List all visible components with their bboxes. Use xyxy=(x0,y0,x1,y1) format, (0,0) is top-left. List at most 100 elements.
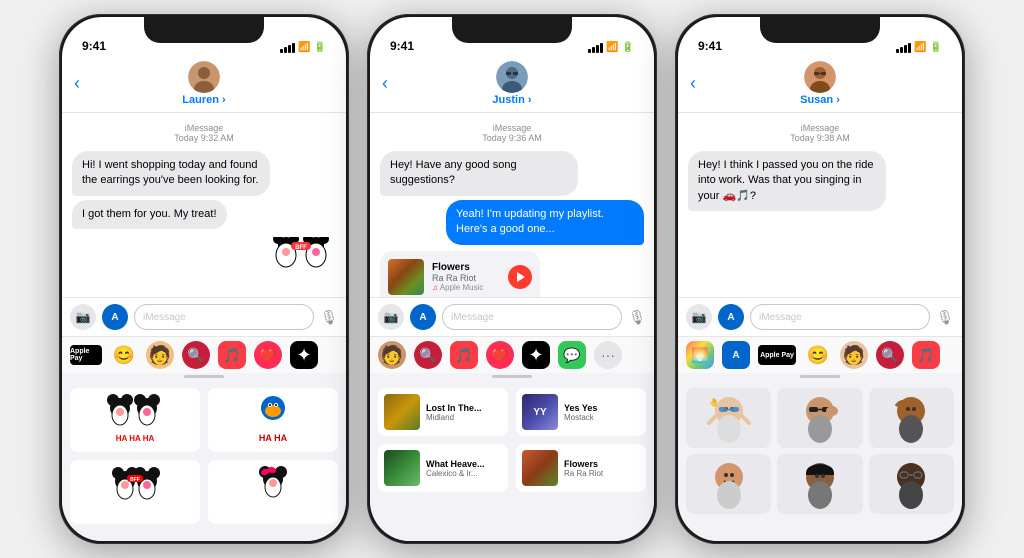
heartbeat-icon[interactable]: ❤️ xyxy=(486,341,514,369)
battery-icon: 🔋 xyxy=(930,42,942,53)
search-icon[interactable]: 🔍 xyxy=(182,341,210,369)
sticker-minnie-pose[interactable] xyxy=(208,460,338,524)
music-item-2[interactable]: YY Yes Yes Mostack xyxy=(516,388,646,436)
notch xyxy=(144,17,264,43)
phone-susan: 9:41 📶 🔋 ‹ xyxy=(675,14,965,544)
memoji-cell-6[interactable] xyxy=(869,454,954,514)
music-item-info-3: What Heave... Calexico & Ir... xyxy=(426,459,485,478)
nav-bar: ‹ Justin xyxy=(370,57,654,113)
more-icon[interactable]: ··· xyxy=(594,341,622,369)
sticker-grid: HA HA HA HA HA xyxy=(62,380,346,532)
music-item-4[interactable]: Flowers Ra Ra Riot xyxy=(516,444,646,492)
music-item-title-2: Yes Yes xyxy=(564,403,597,413)
music-item-title-1: Lost In The... xyxy=(426,403,482,413)
wifi-icon: 📶 xyxy=(606,42,618,53)
contact-name: Justin xyxy=(492,94,531,106)
audio-icon[interactable]: 🎙 xyxy=(936,309,954,326)
music-source: ♫ Apple Music xyxy=(432,283,500,292)
search-icon[interactable]: 🔍 xyxy=(876,341,904,369)
message-bubble-received-1: Hey! Have any good song suggestions? xyxy=(380,151,578,196)
phone-justin: 9:41 📶 🔋 ‹ xyxy=(367,14,657,544)
wifi-icon: 📶 xyxy=(914,42,926,53)
memoji-cell-5[interactable] xyxy=(777,454,862,514)
back-button[interactable]: ‹ xyxy=(74,73,80,94)
svg-text:🤚: 🤚 xyxy=(709,397,719,407)
animoji-icon[interactable]: 😊 xyxy=(804,341,832,369)
camera-icon[interactable]: 📷 xyxy=(686,304,712,330)
memoji-icon[interactable]: 🧑 xyxy=(840,341,868,369)
appstore-icon[interactable]: A xyxy=(718,304,744,330)
music-item-title-3: What Heave... xyxy=(426,459,485,469)
memoji-cell-2[interactable] xyxy=(777,388,862,448)
contact-info[interactable]: Lauren xyxy=(182,61,225,106)
back-button[interactable]: ‹ xyxy=(382,73,388,94)
memoji-cell-1[interactable]: 🤚 xyxy=(686,388,771,448)
search-icon[interactable]: 🔍 xyxy=(414,341,442,369)
app-icons-row: 🧑 🔍 🎵 ❤️ ✦ 💬 ··· xyxy=(370,336,654,373)
photos-icon[interactable]: 🌅 xyxy=(686,341,714,369)
memoji-icon[interactable]: 🧑 xyxy=(146,341,174,369)
play-button[interactable] xyxy=(508,265,532,289)
disney-icon[interactable]: ✦ xyxy=(522,341,550,369)
camera-icon[interactable]: 📷 xyxy=(378,304,404,330)
music-card[interactable]: Flowers Ra Ra Riot ♫ Apple Music xyxy=(380,251,540,297)
disney-icon[interactable]: ✦ xyxy=(290,341,318,369)
music-title: Flowers xyxy=(432,262,500,273)
signal-bars-icon xyxy=(588,43,603,53)
message-timestamp: iMessage Today 9:38 AM xyxy=(688,123,952,143)
svg-text:HA HA HA: HA HA HA xyxy=(116,434,155,443)
heartbeat-icon[interactable]: ❤️ xyxy=(254,341,282,369)
music-item-1[interactable]: Lost In The... Midland xyxy=(378,388,508,436)
music-item-3[interactable]: What Heave... Calexico & Ir... xyxy=(378,444,508,492)
contact-info[interactable]: Justin xyxy=(492,61,531,106)
green-app-icon[interactable]: 💬 xyxy=(558,341,586,369)
camera-icon[interactable]: 📷 xyxy=(70,304,96,330)
bff-sticker: BFF xyxy=(266,237,336,297)
drawer-handle xyxy=(492,375,532,378)
phone-lauren: 9:41 📶 🔋 ‹ xyxy=(59,14,349,544)
notch xyxy=(452,17,572,43)
message-input[interactable]: iMessage xyxy=(750,304,930,330)
appstore-icon-2[interactable]: A xyxy=(722,341,750,369)
music-thumb-4 xyxy=(522,450,558,486)
memoji-cell-4[interactable] xyxy=(686,454,771,514)
messages-area: iMessage Today 9:36 AM Hey! Have any goo… xyxy=(370,113,654,297)
animoji-icon[interactable]: 😊 xyxy=(110,341,138,369)
sticker-mickey-minnie[interactable]: HA HA HA xyxy=(70,388,200,452)
sticker-mickey-bff[interactable]: BFF xyxy=(70,460,200,524)
music-item-artist-1: Midland xyxy=(426,413,482,422)
applepay-icon[interactable]: Apple Pay xyxy=(758,345,796,365)
music-icon[interactable]: 🎵 xyxy=(912,341,940,369)
sticker-donald[interactable]: HA HA xyxy=(208,388,338,452)
avatar xyxy=(804,61,836,93)
animoji-icon[interactable]: 🧑 xyxy=(378,341,406,369)
music-item-title-4: Flowers xyxy=(564,459,603,469)
nav-bar: ‹ Lauren xyxy=(62,57,346,113)
appstore-icon[interactable]: A xyxy=(410,304,436,330)
contact-info[interactable]: Susan xyxy=(800,61,840,106)
music-thumb-1 xyxy=(384,394,420,430)
music-item-info-1: Lost In The... Midland xyxy=(426,403,482,422)
message-input[interactable]: iMessage xyxy=(134,304,314,330)
music-icon[interactable]: 🎵 xyxy=(218,341,246,369)
message-bubble-sent-1: Yeah! I'm updating my playlist. Here's a… xyxy=(446,200,644,245)
message-input[interactable]: iMessage xyxy=(442,304,622,330)
messages-area: iMessage Today 9:32 AM Hi! I went shoppi… xyxy=(62,113,346,297)
audio-icon[interactable]: 🎙 xyxy=(628,309,646,326)
avatar xyxy=(496,61,528,93)
drawer-handle xyxy=(800,375,840,378)
memoji-grid: 🤚 xyxy=(678,380,962,522)
input-bar: 📷 A iMessage 🎙 xyxy=(370,297,654,336)
sticker-drawer: HA HA HA HA HA xyxy=(62,373,346,541)
back-button[interactable]: ‹ xyxy=(690,73,696,94)
audio-icon[interactable]: 🎙 xyxy=(320,309,338,326)
music-icon[interactable]: 🎵 xyxy=(450,341,478,369)
applepay-icon[interactable]: Apple Pay xyxy=(70,345,102,365)
memoji-cell-3[interactable] xyxy=(869,388,954,448)
battery-icon: 🔋 xyxy=(314,42,326,53)
music-item-info-4: Flowers Ra Ra Riot xyxy=(564,459,603,478)
wifi-icon: 📶 xyxy=(298,42,310,53)
status-icons: 📶 🔋 xyxy=(280,42,326,53)
music-artist: Ra Ra Riot xyxy=(432,273,500,283)
appstore-icon[interactable]: A xyxy=(102,304,128,330)
